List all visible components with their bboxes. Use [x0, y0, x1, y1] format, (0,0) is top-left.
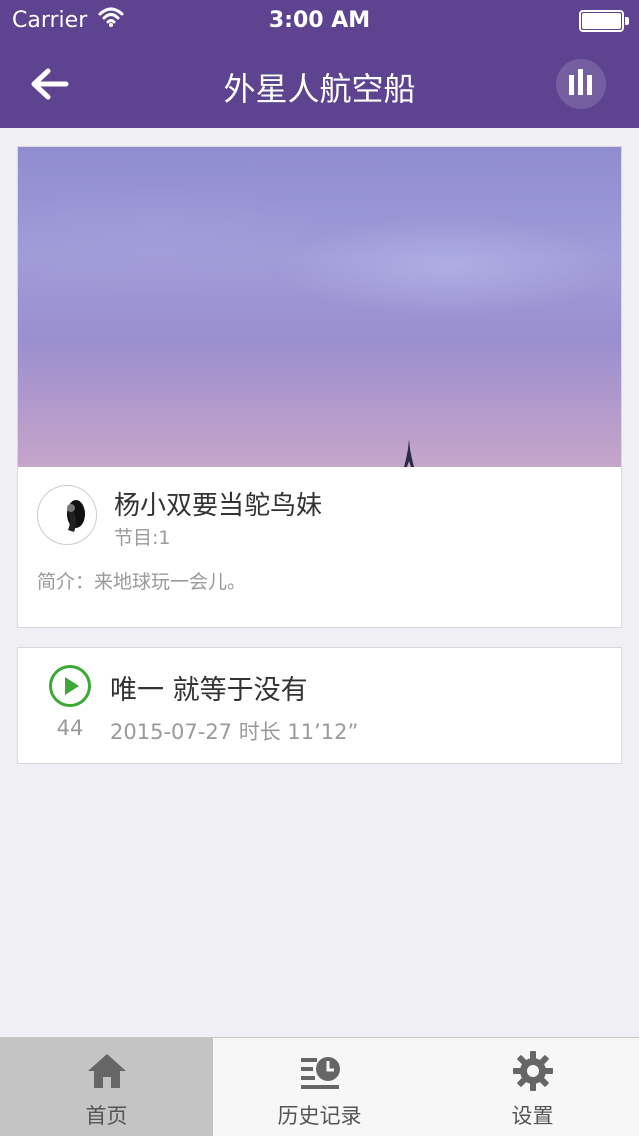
- now-playing-button[interactable]: [556, 59, 606, 109]
- status-bar: Carrier 3:00 AM: [0, 0, 639, 42]
- episode-title: 唯一 就等于没有: [110, 675, 308, 706]
- play-count: 44: [56, 716, 84, 740]
- episode-meta: 2015-07-27 时长 11’12”: [110, 720, 359, 744]
- tower-silhouette: [404, 439, 414, 467]
- home-icon: [88, 1054, 126, 1088]
- battery-icon: [579, 10, 629, 32]
- equalizer-icon: [578, 69, 583, 95]
- play-icon[interactable]: [48, 664, 92, 708]
- album-name: 杨小双要当鸵鸟妹: [114, 491, 323, 521]
- tab-label: 首页: [85, 1104, 128, 1128]
- album-cover-image: [18, 147, 621, 467]
- history-icon: [301, 1057, 340, 1089]
- gear-icon: [513, 1051, 553, 1091]
- album-intro: 简介：来地球玩一会儿。: [37, 571, 247, 593]
- back-arrow-icon[interactable]: [22, 60, 78, 108]
- tab-label: 历史记录: [277, 1104, 362, 1128]
- album-card[interactable]: 杨小双要当鸵鸟妹 节目:1 简介：来地球玩一会儿。: [17, 146, 622, 628]
- equalizer-icon: [587, 75, 592, 95]
- status-time: 3:00 AM: [268, 8, 371, 33]
- page-title: 外星人航空船: [223, 70, 416, 108]
- tab-bar: 首页 历史记录 设置: [0, 1037, 639, 1136]
- tab-label: 设置: [511, 1104, 554, 1128]
- navigation-bar: Carrier 3:00 AM 外星人航空船: [0, 0, 639, 128]
- equalizer-icon: [569, 75, 574, 95]
- episode-row[interactable]: 唯一 就等于没有 44 2015-07-27 时长 11’12”: [17, 647, 622, 764]
- tab-home[interactable]: 首页: [0, 1038, 213, 1136]
- tab-history[interactable]: 历史记录: [213, 1038, 426, 1136]
- episode-count-label: 节目:1: [114, 527, 171, 549]
- avatar: [37, 485, 97, 545]
- tab-settings[interactable]: 设置: [426, 1038, 639, 1136]
